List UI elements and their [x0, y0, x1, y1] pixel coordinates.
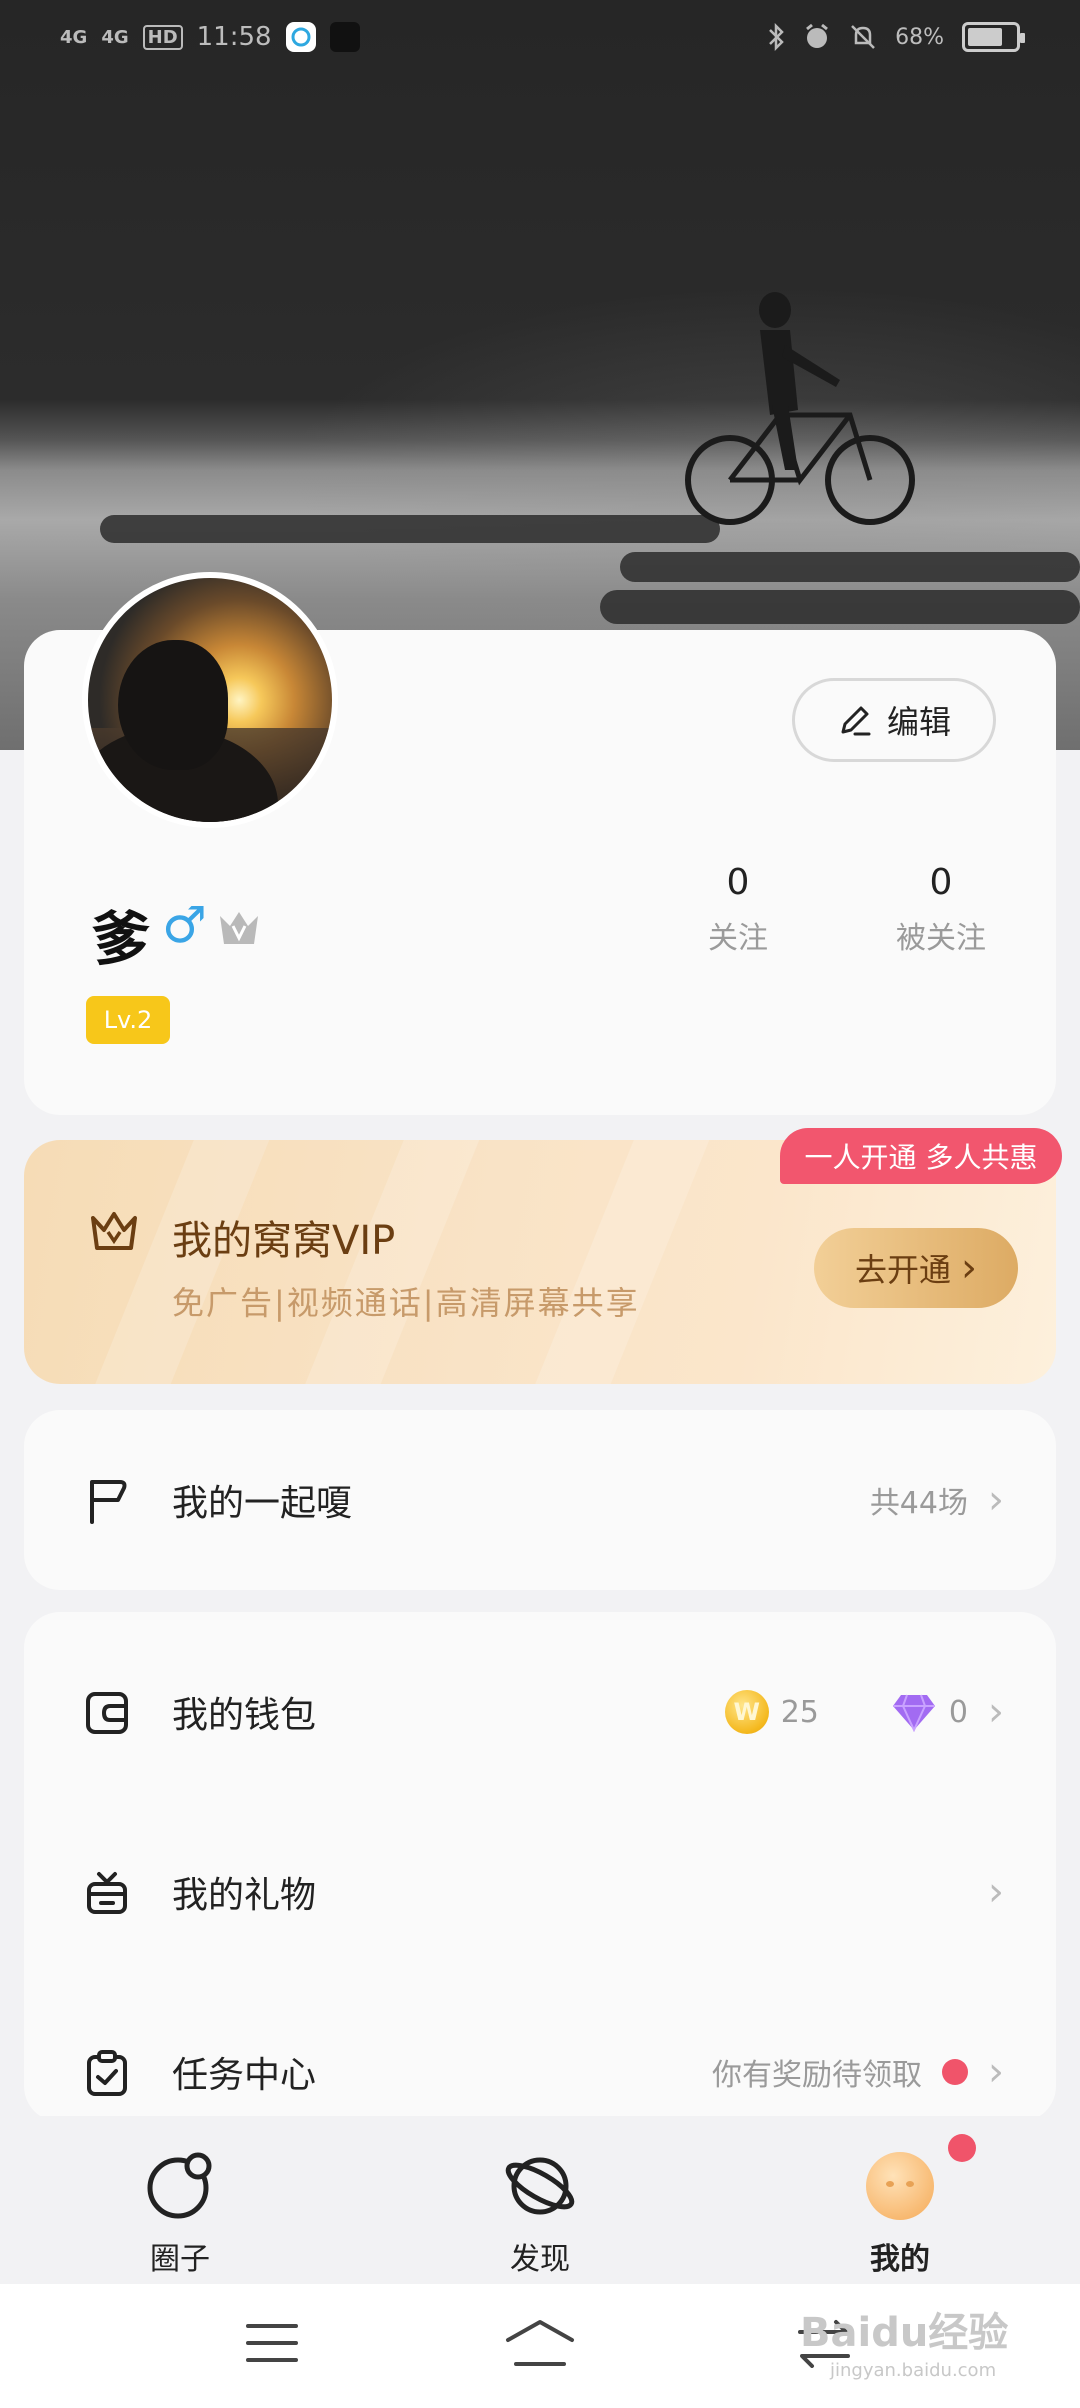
male-gender-icon: ♂ — [162, 896, 207, 954]
menu-item-label: 我的一起嗄 — [172, 1483, 353, 1524]
edit-pencil-icon — [841, 706, 871, 736]
chat-app-icon — [285, 22, 316, 52]
menu-item-together[interactable]: 我的一起嗄 共44场 › — [24, 1440, 1056, 1560]
together-card: 我的一起嗄 共44场 › — [24, 1410, 1056, 1590]
flag-icon — [90, 1480, 127, 1524]
signal-icon: 4G — [60, 26, 88, 48]
avatar-head — [118, 640, 228, 770]
together-count: 共44场 — [869, 1486, 968, 1521]
hd-icon: HD — [142, 24, 183, 50]
username: 爹 — [92, 905, 151, 973]
status-bar: 4G 4G HD 11:58 68% — [0, 0, 1080, 80]
vip-open-button[interactable]: 去开通 › — [814, 1228, 1018, 1308]
clock: 11:58 — [196, 22, 272, 52]
diamond-icon — [892, 1694, 935, 1732]
following-label: 关注 — [708, 921, 768, 956]
signal-icon: 4G — [101, 26, 129, 48]
menu-card: 我的钱包 W 25 0 › 我的礼物 › 任务中心 你有奖励待领取 › — [24, 1612, 1056, 2122]
followers-stat[interactable]: 0 被关注 — [876, 862, 1006, 957]
tab-discover[interactable]: 发现 — [470, 2150, 610, 2278]
level-badge: Lv.2 — [86, 996, 170, 1044]
decor-stripe — [522, 1140, 716, 1384]
crown-icon — [91, 1212, 137, 1250]
wallet-balances: W 25 0 — [724, 1690, 968, 1734]
vip-open-label: 去开通 — [854, 1251, 951, 1289]
tab-circle[interactable]: 圈子 — [110, 2150, 250, 2278]
chevron-right-icon: › — [988, 1477, 1004, 1523]
menu-item-label: 我的钱包 — [172, 1695, 317, 1736]
gift-icon — [87, 1872, 127, 1914]
edit-label: 编辑 — [886, 703, 951, 741]
menu-item-label: 任务中心 — [172, 2055, 317, 2096]
menu-item-wallet[interactable]: 我的钱包 W 25 0 › — [24, 1652, 1056, 1772]
vip-crown-badge-icon[interactable] — [216, 906, 262, 948]
bluetooth-icon — [769, 23, 784, 51]
task-clipboard-icon — [87, 2050, 127, 2096]
battery-icon — [962, 22, 1025, 52]
following-stat[interactable]: 0 关注 — [678, 862, 798, 957]
menu-item-label: 我的礼物 — [172, 1875, 317, 1916]
menu-icon[interactable] — [244, 2320, 300, 2366]
tab-notification-dot — [948, 2134, 976, 2162]
vip-promo-tag: 一人开通 多人共惠 — [780, 1128, 1062, 1184]
wallet-icon — [86, 1692, 128, 1734]
menu-item-tasks[interactable]: 任务中心 你有奖励待领取 › — [24, 2012, 1056, 2132]
tab-me[interactable]: 我的 — [830, 2150, 970, 2278]
coin-balance: 25 — [780, 1694, 819, 1730]
app-notification-icon — [329, 22, 360, 52]
diamond-balance: 0 — [948, 1694, 968, 1730]
vip-benefits: 免广告|视频通话|高清屏幕共享 — [172, 1284, 640, 1322]
watermark-url: jingyan.baidu.com — [830, 2360, 997, 2381]
bottom-tab-bar: 圈子 发现 我的 — [0, 2116, 1080, 2284]
edit-profile-button[interactable]: 编辑 — [792, 678, 996, 762]
chevron-right-icon: › — [961, 1245, 977, 1291]
alarm-icon — [806, 23, 829, 48]
watermark: Baidu经验 — [800, 2310, 1009, 2356]
cover-shadow — [620, 552, 1080, 582]
tab-label: 发现 — [510, 2242, 570, 2277]
followers-count: 0 — [929, 862, 953, 903]
cover-shadow — [100, 515, 720, 543]
task-reward-text: 你有奖励待领取 — [712, 2058, 922, 2093]
coin-icon: W — [724, 1690, 769, 1734]
chevron-right-icon: › — [988, 1869, 1004, 1915]
vip-title: 我的窝窝VIP — [172, 1218, 396, 1264]
cover-shadow — [600, 590, 1080, 624]
cyclist-illustration — [685, 292, 915, 525]
following-count: 0 — [726, 862, 750, 903]
notification-dot — [942, 2059, 968, 2085]
smiley-avatar-icon — [866, 2152, 934, 2220]
mute-icon — [851, 25, 875, 49]
task-reward-hint: 你有奖励待领取 — [712, 2050, 968, 2094]
tab-label: 圈子 — [150, 2242, 210, 2277]
followers-label: 被关注 — [896, 921, 986, 956]
menu-item-gifts[interactable]: 我的礼物 › — [24, 1832, 1056, 1952]
planet-icon — [505, 2157, 575, 2215]
chevron-right-icon: › — [988, 2049, 1004, 2095]
avatar[interactable] — [82, 572, 338, 828]
home-icon[interactable] — [504, 2318, 576, 2368]
chevron-right-icon: › — [988, 1689, 1004, 1735]
tab-label: 我的 — [870, 2242, 930, 2277]
circle-tab-icon — [147, 2152, 212, 2219]
battery-percent: 68% — [895, 24, 944, 50]
